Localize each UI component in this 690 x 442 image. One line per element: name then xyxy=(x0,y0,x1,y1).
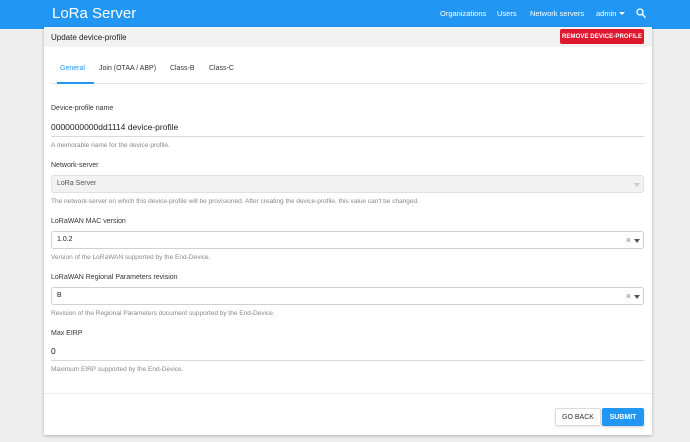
tab-class-b[interactable]: Class-B xyxy=(170,65,195,72)
nav-users[interactable]: Users xyxy=(497,9,517,18)
chevron-down-icon xyxy=(634,183,640,187)
mac-version-value: 1.0.2 xyxy=(57,236,73,243)
tab-general[interactable]: General xyxy=(60,65,85,72)
mac-version-select[interactable]: 1.0.2 × xyxy=(51,231,644,249)
chevron-down-icon xyxy=(619,12,626,15)
mac-version-label: LoRaWAN MAC version xyxy=(51,218,126,225)
tab-bar: General Join (OTAA / ABP) Class-B Class-… xyxy=(51,59,645,84)
chevron-down-icon[interactable] xyxy=(634,295,640,299)
name-label: Device-profile name xyxy=(51,105,114,112)
reg-params-label: LoRaWAN Regional Parameters revision xyxy=(51,274,178,281)
page-title: Update device-profile xyxy=(51,33,127,42)
name-input[interactable]: 0000000000dd1114 device-profile xyxy=(51,122,178,132)
mac-version-hint: Version of the LoRaWAN supported by the … xyxy=(51,254,211,261)
search-icon[interactable] xyxy=(636,8,646,18)
footer-divider xyxy=(44,393,652,394)
app-title[interactable]: LoRa Server xyxy=(52,5,136,22)
card-header: Update device-profile REMOVE DEVICE-PROF… xyxy=(44,27,652,47)
remove-device-profile-button[interactable]: REMOVE DEVICE-PROFILE xyxy=(560,29,644,44)
app-bar: LoRa Server Organizations Users Network … xyxy=(0,0,690,29)
nav-network-servers[interactable]: Network servers xyxy=(530,9,584,18)
tab-class-c[interactable]: Class-C xyxy=(209,65,234,72)
reg-params-value: B xyxy=(57,292,62,299)
user-menu-label: admin xyxy=(596,9,617,18)
nav-organizations[interactable]: Organizations xyxy=(440,9,486,18)
chevron-down-icon[interactable] xyxy=(634,239,640,243)
max-eirp-label: Max EIRP xyxy=(51,330,83,337)
max-eirp-input-underline xyxy=(51,360,644,361)
close-icon[interactable]: × xyxy=(626,290,631,302)
submit-button[interactable]: SUBMIT xyxy=(602,408,644,426)
device-profile-card: Update device-profile REMOVE DEVICE-PROF… xyxy=(44,27,652,435)
name-input-underline xyxy=(51,136,644,137)
go-back-button[interactable]: GO BACK xyxy=(555,408,601,426)
reg-params-hint: Revision of the Regional Parameters docu… xyxy=(51,310,275,317)
active-tab-indicator xyxy=(57,82,94,84)
max-eirp-input[interactable]: 0 xyxy=(51,346,56,356)
network-server-label: Network-server xyxy=(51,162,99,169)
name-hint: A memorable name for the device-profile. xyxy=(51,142,170,149)
network-server-value: LoRa Server xyxy=(57,180,97,187)
network-server-hint: The network-server on which this device-… xyxy=(51,198,419,205)
tab-join[interactable]: Join (OTAA / ABP) xyxy=(99,65,156,72)
network-server-select: LoRa Server xyxy=(51,175,644,193)
max-eirp-hint: Maximum EIRP supported by the End-Device… xyxy=(51,366,184,373)
close-icon[interactable]: × xyxy=(626,234,631,246)
user-menu[interactable]: admin xyxy=(596,9,626,18)
reg-params-select[interactable]: B × xyxy=(51,287,644,305)
